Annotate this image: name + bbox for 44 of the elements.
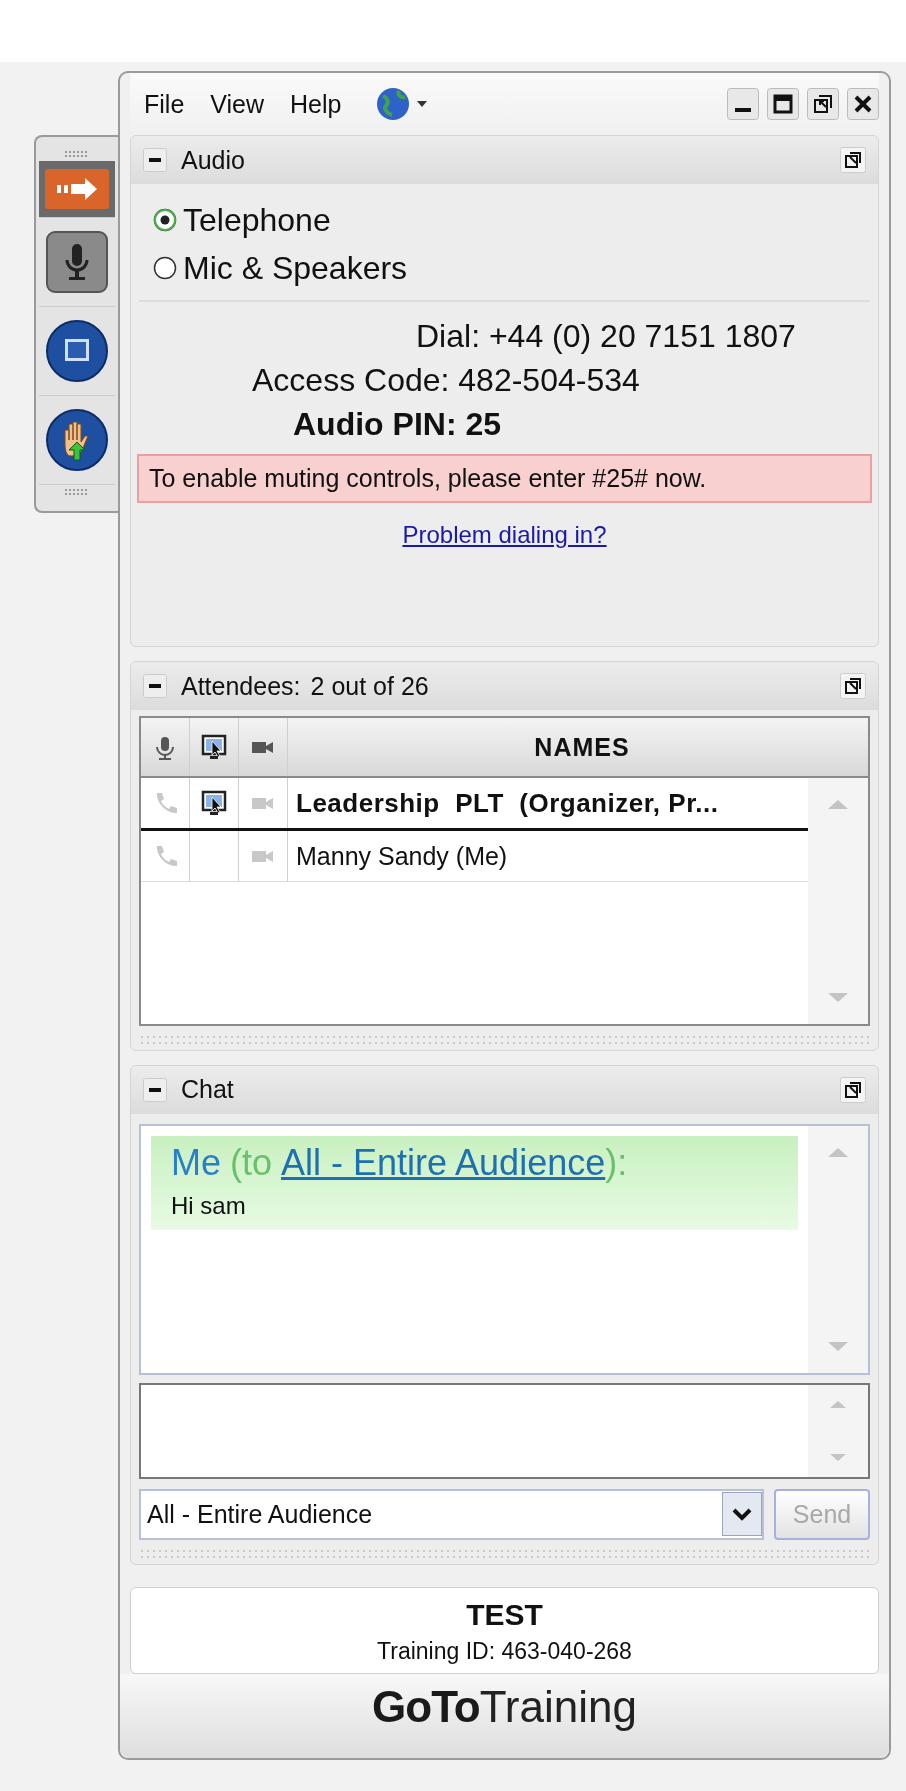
panel-title: Audio [181,145,245,175]
chat-to-label: ): [605,1141,628,1183]
training-id: Training ID: 463-040-268 [376,1637,633,1665]
collapse-icon[interactable] [143,1077,167,1102]
dial-number: Dial: +44 (0) 20 7151 1807 [415,317,797,356]
attendee-name[interactable]: Manny Sandy (Me) [288,831,808,881]
session-title: TEST [465,1598,544,1632]
menu-item[interactable]: Help [290,89,342,119]
panel-title: Chat [181,1075,234,1105]
panel-title: Attendees: [181,671,301,701]
minimize-icon[interactable] [727,88,759,120]
radio-option[interactable]: Telephone [153,196,856,244]
pop-out-icon[interactable] [840,1076,866,1103]
notice-banner: To enable muting controls, please enter #25# now. [137,454,872,503]
radio-button[interactable] [153,208,177,232]
access-code: Access Code: 482-504-534 [251,361,641,400]
radio-option[interactable]: Mic & Speakers [153,244,856,292]
pop-out-icon[interactable] [840,147,866,173]
microphone-icon[interactable] [45,230,109,294]
pop-out-icon[interactable] [840,673,866,699]
recipient-link[interactable]: All - Entire Audience [281,1141,606,1183]
message-text: Hi sam [171,1190,247,1220]
brand-logo: GoToTraining [120,1674,889,1758]
collapse-icon[interactable] [143,148,167,172]
close-icon[interactable] [847,88,879,120]
collapse-icon[interactable] [143,674,167,698]
radio-button[interactable] [153,256,177,280]
screen-share-icon[interactable] [45,319,109,383]
attendee-name[interactable]: Leadership PLT (Organizer, Pr... [288,778,808,828]
chevron-down-icon [722,1492,762,1537]
restore-icon[interactable] [807,88,839,120]
presenter-icon [200,733,228,761]
audio-pin: Audio PIN: 25 [292,405,502,444]
menu-item[interactable]: File [144,89,185,119]
attendee-count: 2 out of 26 [310,671,429,701]
raise-hand-icon[interactable] [45,408,109,472]
chat-to-label: (to [230,1141,273,1183]
help-link[interactable]: Problem dialing in? [402,521,607,548]
grip-icon [65,151,89,157]
menu-item[interactable]: View [210,89,265,119]
grip-icon [65,489,89,495]
recipient-dropdown[interactable]: All - Entire Audience [139,1488,764,1541]
chat-sender: Me [171,1141,221,1183]
maximize-icon[interactable] [767,88,799,120]
